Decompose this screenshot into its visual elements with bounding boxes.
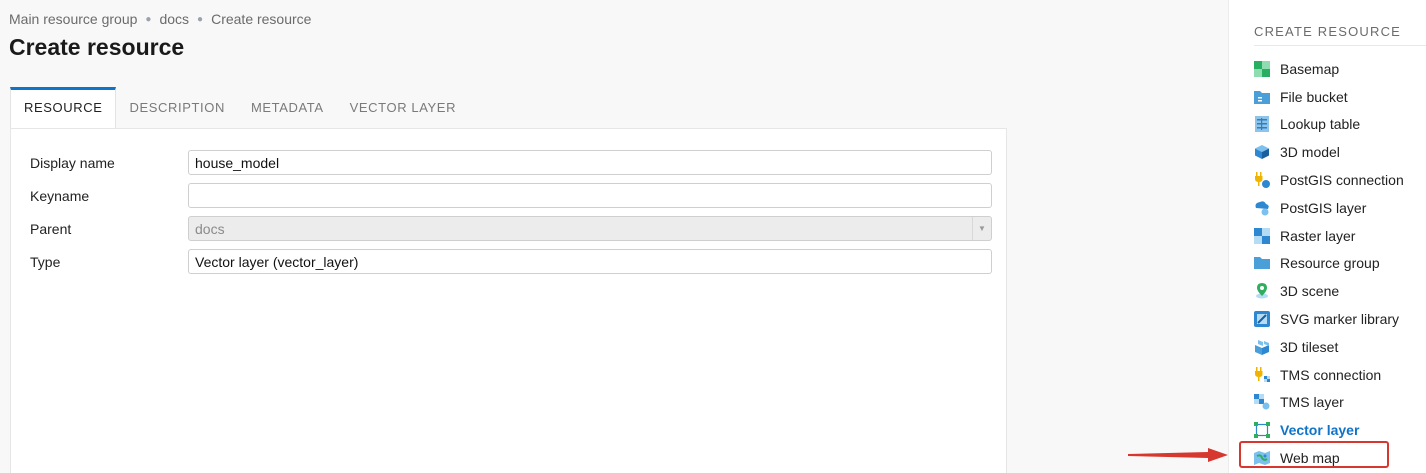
tab-resource[interactable]: RESOURCE — [10, 87, 117, 128]
tab-description[interactable]: DESCRIPTION — [116, 87, 237, 128]
sidebar-item-postgis-layer[interactable]: PostGIS layer — [1254, 194, 1426, 222]
sidebar-item-label: Raster layer — [1280, 227, 1356, 244]
sidebar-item-3d-scene[interactable]: 3D scene — [1254, 277, 1426, 305]
file-bucket-icon — [1254, 89, 1270, 105]
type-field: Vector layer (vector_layer) — [188, 249, 992, 274]
raster-layer-icon — [1254, 227, 1270, 244]
breadcrumb-separator: ● — [145, 13, 152, 25]
sidebar-title: CREATE RESOURCE — [1254, 24, 1402, 39]
sidebar-item-3d-tileset[interactable]: 3D tileset — [1254, 333, 1426, 361]
display-name-field-wrapper — [188, 150, 992, 175]
sidebar-item-label: File bucket — [1280, 88, 1348, 105]
sidebar-item-file-bucket[interactable]: File bucket — [1254, 83, 1426, 111]
sidebar-item-lookup-table[interactable]: Lookup table — [1254, 111, 1426, 139]
tab-bar: RESOURCE DESCRIPTION METADATA VECTOR LAY… — [10, 87, 469, 128]
sidebar-item-tms-connection[interactable]: TMS connection — [1254, 361, 1426, 389]
sidebar-item-basemap[interactable]: Basemap — [1254, 55, 1426, 83]
sidebar-item-label: PostGIS connection — [1280, 172, 1404, 189]
basemap-icon — [1254, 60, 1270, 77]
breadcrumb-current: Create resource — [211, 11, 312, 27]
tms-layer-icon — [1254, 394, 1270, 410]
sidebar-item-web-map[interactable]: Web map — [1254, 444, 1426, 472]
sidebar-item-label: Resource group — [1280, 255, 1380, 272]
type-value: Vector layer (vector_layer) — [195, 253, 359, 270]
breadcrumb-link-main-resource-group[interactable]: Main resource group — [9, 11, 137, 27]
3d-scene-icon — [1254, 283, 1270, 299]
sidebar-item-label: Web map — [1280, 450, 1340, 467]
keyname-label: Keyname — [30, 187, 90, 204]
postgis-layer-icon — [1254, 200, 1270, 216]
keyname-field-wrapper — [188, 183, 992, 208]
display-name-row: Display name — [30, 150, 992, 175]
sidebar-item-label: TMS layer — [1280, 394, 1344, 411]
folder-icon — [1254, 255, 1270, 271]
sidebar-item-postgis-connection[interactable]: PostGIS connection — [1254, 166, 1426, 194]
parent-label: Parent — [30, 220, 72, 237]
sidebar-item-vector-layer[interactable]: Vector layer — [1254, 416, 1426, 444]
keyname-input[interactable] — [195, 187, 985, 204]
pointer-arrow-icon — [1128, 448, 1228, 462]
parent-select: docs ▼ — [188, 216, 992, 241]
sidebar-item-3d-model[interactable]: 3D model — [1254, 138, 1426, 166]
breadcrumb-link-docs[interactable]: docs — [159, 11, 189, 27]
parent-row: Parent docs ▼ — [30, 216, 992, 241]
sidebar-divider — [1254, 45, 1426, 46]
display-name-label: Display name — [30, 154, 115, 171]
sidebar-item-label: PostGIS layer — [1280, 199, 1367, 216]
web-map-icon — [1254, 450, 1270, 466]
lookup-table-icon — [1254, 116, 1270, 133]
sidebar-item-resource-group[interactable]: Resource group — [1254, 250, 1426, 278]
type-row: Type Vector layer (vector_layer) — [30, 249, 992, 274]
tab-metadata[interactable]: METADATA — [238, 87, 337, 128]
sidebar-item-label: Lookup table — [1280, 116, 1361, 133]
vector-layer-icon — [1254, 422, 1270, 439]
parent-select-value: docs — [195, 220, 225, 237]
sidebar-item-tms-layer[interactable]: TMS layer — [1254, 389, 1426, 417]
page-title: Create resource — [9, 34, 185, 60]
resource-type-menu: Basemap File bucket Lookup table 3D mode… — [1254, 55, 1426, 472]
tms-connection-icon — [1254, 366, 1270, 383]
sidebar-item-label: 3D model — [1280, 144, 1340, 161]
main-area: Main resource group ● docs ● Create reso… — [0, 0, 1228, 473]
chevron-down-icon: ▼ — [972, 217, 991, 240]
sidebar-item-svg-marker-library[interactable]: SVG marker library — [1254, 305, 1426, 333]
sidebar-item-label: Vector layer — [1280, 422, 1360, 439]
resource-form-panel: Display name Keyname Parent docs ▼ Type … — [10, 128, 1007, 473]
postgis-connection-icon — [1254, 172, 1270, 189]
sidebar-item-label: TMS connection — [1280, 366, 1382, 383]
sidebar-item-raster-layer[interactable]: Raster layer — [1254, 222, 1426, 250]
sidebar-item-label: SVG marker library — [1280, 311, 1400, 328]
svg-marker-library-icon — [1254, 311, 1270, 328]
sidebar-item-label: 3D tileset — [1280, 338, 1339, 355]
display-name-input[interactable] — [195, 154, 985, 171]
breadcrumb-separator: ● — [197, 13, 204, 25]
create-resource-sidebar: CREATE RESOURCE Basemap File bucket Look… — [1228, 0, 1426, 473]
type-label: Type — [30, 253, 61, 270]
keyname-row: Keyname — [30, 183, 992, 208]
breadcrumb: Main resource group ● docs ● Create reso… — [9, 11, 311, 27]
sidebar-item-label: 3D scene — [1280, 283, 1340, 300]
3d-tileset-icon — [1254, 339, 1270, 355]
3d-model-icon — [1254, 144, 1270, 160]
sidebar-item-label: Basemap — [1280, 60, 1340, 77]
tab-vector-layer[interactable]: VECTOR LAYER — [337, 87, 469, 128]
